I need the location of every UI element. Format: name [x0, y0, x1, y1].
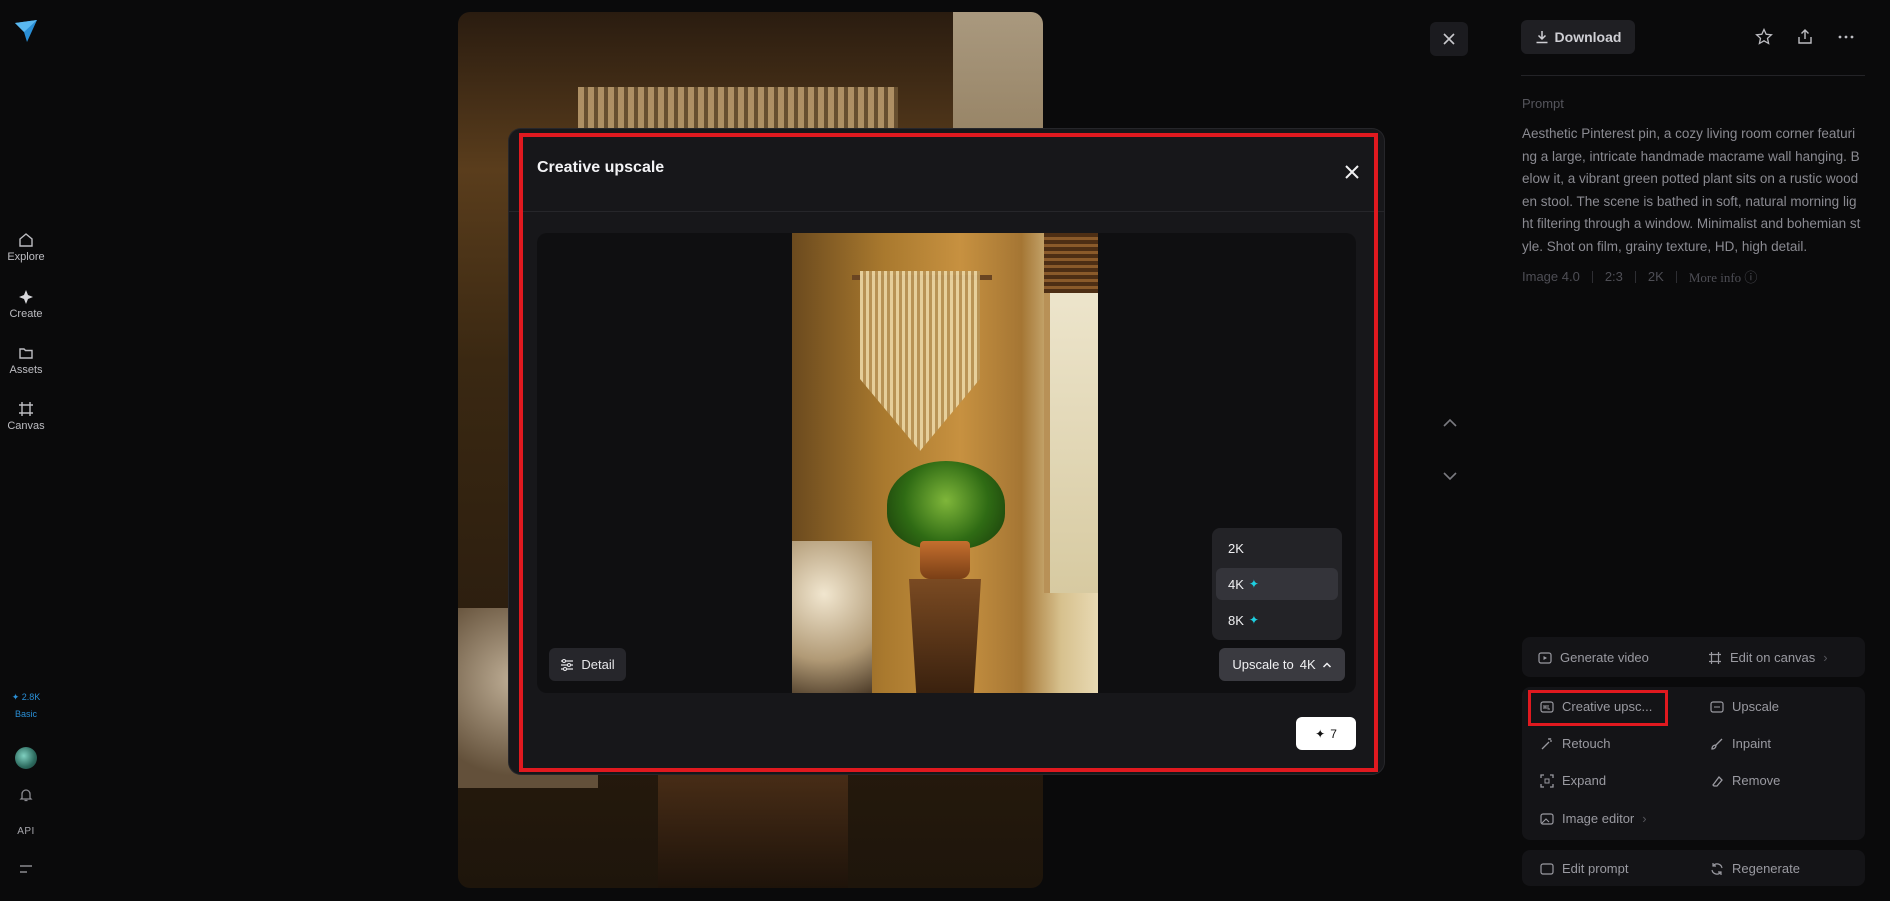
image-meta: Image 4.0 2:3 2K More info ⓘ	[1522, 267, 1757, 286]
inpaint-button[interactable]: Inpaint	[1710, 736, 1771, 751]
sidebar-item-create[interactable]: Create	[0, 289, 52, 320]
edit-prompt-button[interactable]: Edit prompt	[1540, 861, 1628, 876]
image-icon	[1540, 812, 1554, 825]
image-editor-button[interactable]: Image editor ›	[1540, 811, 1647, 826]
logo-icon[interactable]	[13, 18, 39, 44]
avatar[interactable]	[15, 747, 37, 769]
sidebar-item-label: Create	[9, 308, 43, 320]
sidebar-item-label: Assets	[9, 364, 43, 376]
edit-on-canvas-button[interactable]: Edit on canvas ›	[1708, 650, 1828, 665]
highlight-dialog	[519, 133, 1378, 772]
close-icon	[1443, 33, 1455, 45]
star-icon[interactable]	[1755, 28, 1773, 46]
refresh-icon	[1711, 862, 1723, 875]
prompt-text: Aesthetic Pinterest pin, a cozy living r…	[1522, 126, 1861, 254]
tool-group-prompt: Edit prompt Regenerate	[1522, 850, 1865, 886]
download-label: Download	[1554, 29, 1622, 45]
api-link[interactable]: API	[0, 826, 52, 837]
folder-icon	[19, 348, 33, 359]
highlight-creative-upscale	[1528, 690, 1668, 726]
chevron-right-icon: ›	[1823, 650, 1828, 665]
expand-icon	[1540, 773, 1554, 788]
left-sidebar: Explore Create Assets Canvas ✦ 2.8K Basi…	[0, 0, 52, 901]
generate-video-button[interactable]: Generate video	[1538, 650, 1649, 665]
chevron-up-icon[interactable]	[1441, 414, 1459, 432]
bell-icon[interactable]	[18, 787, 34, 803]
retouch-button[interactable]: Retouch	[1540, 736, 1610, 751]
canvas-icon	[1709, 651, 1721, 664]
sparkle-icon	[19, 290, 33, 304]
share-icon[interactable]	[1796, 28, 1814, 46]
regenerate-button[interactable]: Regenerate	[1710, 861, 1800, 876]
tool-group-video: Generate video Edit on canvas ›	[1522, 637, 1865, 677]
brush-icon	[1711, 738, 1723, 750]
credits-count[interactable]: ✦ 2.8K	[0, 692, 52, 703]
chevron-right-icon: ›	[1642, 811, 1647, 826]
more-info-link[interactable]: More info ⓘ	[1689, 267, 1758, 286]
video-icon	[1538, 651, 1552, 664]
close-viewer-button[interactable]	[1430, 22, 1468, 56]
eraser-icon	[1712, 775, 1723, 787]
sidebar-item-label: Explore	[7, 251, 45, 263]
download-button[interactable]: Download	[1521, 20, 1635, 54]
sidebar-item-explore[interactable]: Explore	[0, 232, 52, 263]
expand-button[interactable]: Expand	[1540, 773, 1606, 788]
edit-icon	[1540, 862, 1554, 875]
resolution: 2K	[1647, 269, 1664, 284]
upscale-button[interactable]: Upscale	[1710, 699, 1779, 714]
chevron-down-icon[interactable]	[1441, 467, 1459, 485]
panel-divider	[1521, 75, 1865, 76]
home-icon	[19, 233, 33, 247]
download-icon	[1536, 31, 1548, 44]
sidebar-item-canvas[interactable]: Canvas	[0, 401, 52, 432]
aspect-ratio: 2:3	[1604, 269, 1623, 284]
remove-button[interactable]: Remove	[1710, 773, 1780, 788]
sidebar-item-assets[interactable]: Assets	[0, 345, 52, 376]
sidebar-item-label: Canvas	[7, 420, 45, 432]
image-stool	[658, 768, 848, 888]
menu-icon[interactable]	[19, 863, 33, 875]
plan-badge[interactable]: Basic	[0, 709, 52, 719]
wand-icon	[1541, 737, 1552, 749]
more-options-icon[interactable]	[1837, 28, 1855, 46]
prompt-label: Prompt	[1522, 96, 1564, 111]
canvas-icon	[19, 402, 33, 416]
upscale-icon	[1710, 700, 1724, 713]
model-name: Image 4.0	[1522, 269, 1580, 284]
